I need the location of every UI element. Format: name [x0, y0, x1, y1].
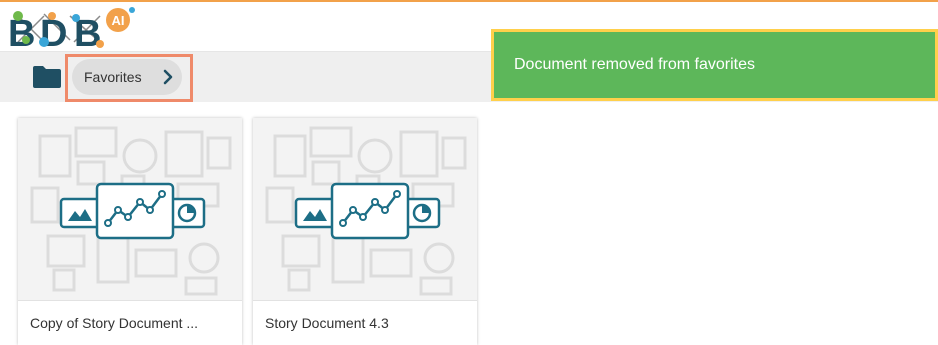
document-title[interactable]: Story Document 4.3 — [253, 300, 477, 345]
document-card[interactable]: Story Document 4.3 — [253, 118, 477, 345]
logo-badge-text: AI — [112, 13, 125, 28]
bdb-logo[interactable]: B D B AI — [4, 2, 154, 55]
toast-notification[interactable]: Document removed from favorites — [494, 32, 935, 98]
chevron-right-icon — [162, 69, 174, 85]
document-thumbnail — [18, 118, 242, 300]
document-title[interactable]: Copy of Story Document ... — [18, 300, 242, 345]
document-card[interactable]: Copy of Story Document ... — [18, 118, 242, 345]
breadcrumb-label: Favorites — [84, 69, 142, 85]
toast-message: Document removed from favorites — [514, 56, 755, 73]
document-thumbnail — [253, 118, 477, 300]
folder-icon[interactable] — [33, 66, 61, 88]
toast-highlight: Document removed from favorites — [491, 29, 938, 101]
breadcrumb-item-favorites[interactable]: Favorites — [72, 59, 182, 95]
